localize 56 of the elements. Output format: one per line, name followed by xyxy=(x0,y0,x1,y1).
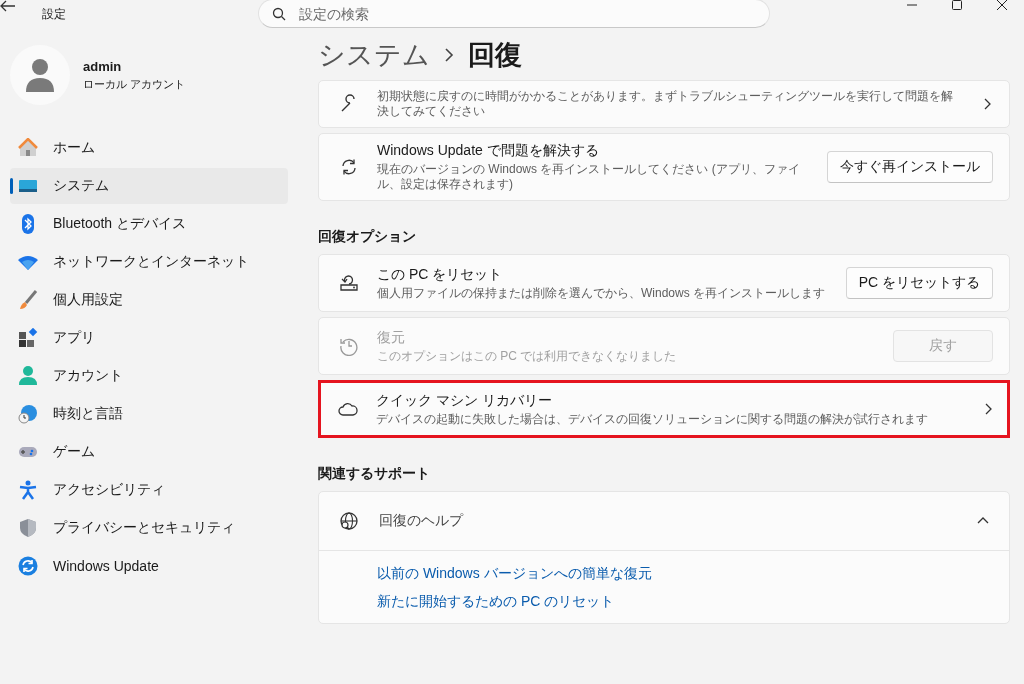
selection-indicator xyxy=(10,178,13,194)
help-link[interactable]: 以前の Windows バージョンへの簡単な復元 xyxy=(377,565,652,583)
setting-description: 個人用ファイルの保持または削除を選んでから、Windows を再インストールします xyxy=(377,285,826,301)
user-silhouette-icon xyxy=(25,58,55,92)
reset-icon xyxy=(339,273,359,293)
sidebar-item[interactable]: アクセシビリティ xyxy=(10,472,288,508)
sync-icon xyxy=(18,556,38,576)
house-icon xyxy=(18,138,38,158)
user-name: admin xyxy=(83,58,123,74)
setting-title: クイック マシン リカバリー xyxy=(376,391,553,410)
sidebar-item[interactable]: ゲーム xyxy=(10,434,288,470)
help-link[interactable]: 新たに開始するための PC のリセット xyxy=(377,593,615,611)
sidebar-item[interactable]: 個人用設定 xyxy=(10,282,288,318)
search-field[interactable]: 設定の検索 xyxy=(258,0,770,28)
expander-header[interactable]: 回復のヘルプ xyxy=(319,492,1009,550)
action-button[interactable]: 今すぐ再インストール xyxy=(827,151,993,183)
sidebar-item[interactable]: ネットワークとインターネット xyxy=(10,244,288,280)
person-icon xyxy=(18,366,38,386)
account-type: ローカル アカウント xyxy=(83,76,186,92)
globe-clock-icon xyxy=(18,404,38,424)
page-title: 回復 xyxy=(468,39,522,72)
action-button[interactable]: PC をリセットする xyxy=(845,267,993,299)
setting-description: 初期状態に戻すのに時間がかかることがあります。まずトラブルシューティングツールを実行して問題を解決してみてください xyxy=(377,89,954,119)
search-icon xyxy=(272,7,286,21)
sidebar-item[interactable]: Bluetooth とデバイス xyxy=(10,206,288,242)
sidebar-item[interactable]: Windows Update xyxy=(10,548,288,584)
shield-icon xyxy=(18,518,38,538)
setting-description: このオプションはこの PC では利用できなくなりました xyxy=(377,348,678,364)
section-heading: 関連するサポート xyxy=(318,465,431,483)
sidebar-item[interactable]: アカウント xyxy=(10,358,288,394)
setting-title: この PC をリセット xyxy=(377,265,504,284)
setting-title: 復元 xyxy=(377,328,406,347)
setting-card[interactable]: 初期状態に戻すのに時間がかかることがあります。まずトラブルシューティングツールを実行して問題を解決してみてください xyxy=(318,80,1010,128)
sidebar-item[interactable]: システム xyxy=(10,168,288,204)
back-arrow-icon[interactable] xyxy=(0,0,16,12)
close-icon[interactable] xyxy=(996,0,1007,10)
sidebar-item[interactable]: プライバシーとセキュリティ xyxy=(10,510,288,546)
highlighted-setting-card[interactable]: クイック マシン リカバリー デバイスの起動に失敗した場合は、デバイスの回復ソリューションに関する問題の解決が試行されます xyxy=(318,380,1010,438)
accessibility-icon xyxy=(18,480,38,500)
apps-icon xyxy=(18,328,38,348)
section-heading: 回復オプション xyxy=(318,228,417,246)
setting-description: 現在のバージョンの Windows を再インストールしてください (アプリ、ファイル、設定は保存されます) xyxy=(377,162,801,192)
breadcrumb-link[interactable]: システム xyxy=(318,37,430,73)
maximize-icon[interactable] xyxy=(951,0,962,10)
sidebar-item[interactable]: アプリ xyxy=(10,320,288,356)
breadcrumb-chevron-icon xyxy=(444,48,454,62)
setting-description: デバイスの起動に失敗した場合は、デバイスの回復ソリューションに関する問題の解決が試行されます xyxy=(376,411,929,427)
setting-title: Windows Update で問題を解決する xyxy=(377,142,600,160)
globe-search-icon xyxy=(339,511,359,531)
sidebar-item[interactable]: 時刻と言語 xyxy=(10,396,288,432)
refresh-icon xyxy=(339,157,359,177)
expander-title: 回復のヘルプ xyxy=(379,512,465,530)
window-title: 設定 xyxy=(42,6,66,23)
paintbrush-icon xyxy=(18,290,38,310)
history-icon xyxy=(339,336,359,356)
sidebar-item[interactable]: ホーム xyxy=(10,130,288,166)
